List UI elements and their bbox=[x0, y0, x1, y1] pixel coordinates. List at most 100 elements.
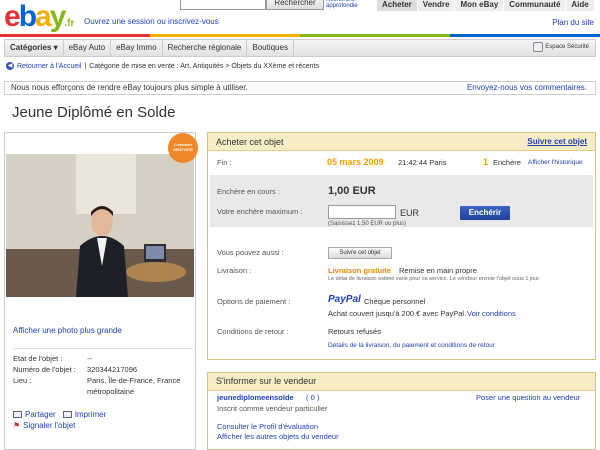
security-link[interactable]: Espace Sécurité bbox=[533, 42, 589, 52]
free-delivery-text: Livraison gratuite bbox=[328, 266, 391, 275]
paypal-coverage: Achat couvert jusqu'à 200 € avec PayPal. bbox=[328, 309, 467, 318]
photo-illustration bbox=[6, 154, 194, 297]
ask-seller-link[interactable]: Poser une question au vendeur bbox=[476, 393, 580, 402]
bid-area bbox=[210, 175, 593, 227]
share-action[interactable]: Partager Imprimer bbox=[13, 409, 106, 420]
end-time: 21:42:44 Paris bbox=[398, 158, 447, 167]
nav-community[interactable]: Communauté bbox=[503, 0, 566, 11]
logo-letter-b: b bbox=[18, 0, 37, 33]
item-actions: Partager Imprimer ⚑ Signaler l'objet bbox=[13, 409, 106, 431]
detail-key: Lieu : bbox=[13, 376, 32, 385]
max-bid-label: Votre enchère maximum : bbox=[217, 207, 303, 216]
print-icon bbox=[62, 411, 72, 418]
advanced-search-link[interactable]: Recherche approfondie bbox=[326, 0, 370, 9]
detail-value: Paris, Île-de-France, France métropolita… bbox=[87, 376, 181, 396]
print-link[interactable]: Imprimer bbox=[75, 409, 107, 420]
return-label: Conditions de retour : bbox=[217, 327, 289, 336]
detail-key: Etat de l'objet : bbox=[13, 354, 63, 363]
back-arrow-icon[interactable]: ◀ bbox=[6, 62, 14, 70]
bid-count: 1 bbox=[483, 157, 489, 167]
breadcrumb-separator: | bbox=[84, 62, 87, 70]
seller-panel-header: S'informer sur le vendeur bbox=[208, 373, 595, 391]
site-map-link[interactable]: Plan du site bbox=[552, 18, 594, 27]
report-action[interactable]: ⚑ Signaler l'objet bbox=[13, 420, 106, 431]
item-photo[interactable] bbox=[6, 154, 194, 297]
follow-item-button[interactable]: Suivre cet objet bbox=[328, 247, 392, 259]
top-nav: Acheter Vendre Mon eBay Communauté Aide bbox=[376, 0, 594, 11]
nav-help[interactable]: Aide bbox=[565, 0, 594, 11]
current-bid-label: Enchère en cours : bbox=[217, 187, 280, 196]
buy-heading: Acheter cet objet bbox=[216, 136, 284, 147]
seller-score[interactable]: ( 0 ) bbox=[306, 393, 319, 402]
tab-ebay-auto[interactable]: eBay Auto bbox=[64, 40, 112, 56]
payment-label: Options de paiement : bbox=[217, 297, 291, 306]
notice-bar: Nous nous efforçons de rendre eBay toujo… bbox=[4, 81, 596, 95]
current-bid-value: 1,00 EUR bbox=[328, 185, 376, 197]
also-label: Vous pouvez aussi : bbox=[217, 248, 284, 257]
see-terms-link[interactable]: Voir conditions bbox=[467, 309, 516, 318]
bid-label: Enchère bbox=[493, 158, 521, 167]
delivery-note: Le délai de livraison estimé varie pour … bbox=[328, 276, 541, 282]
check-payment: Chèque personnel bbox=[364, 297, 426, 306]
mail-icon bbox=[13, 411, 22, 418]
item-image-panel: Livraison GRATUITE Afficher une photo pl… bbox=[4, 132, 198, 450]
detail-value: 320344217096 bbox=[87, 365, 138, 374]
return-value: Retours refusés bbox=[328, 327, 381, 336]
category-path[interactable]: Catégorie de mise en vente : Art, Antiqu… bbox=[89, 63, 319, 70]
back-home-link[interactable]: Retourner à l'Accueil bbox=[17, 63, 81, 70]
header: ebay.fr Ouvrez une session ou inscrivez-… bbox=[0, 0, 600, 38]
color-bar bbox=[0, 34, 600, 37]
min-bid-hint: (Saisissez 1,50 EUR ou plus) bbox=[328, 221, 407, 227]
free-delivery-badge: Livraison GRATUITE bbox=[168, 133, 198, 163]
logo-suffix: .fr bbox=[64, 18, 75, 29]
page-title: Jeune Diplômé en Solde bbox=[12, 104, 176, 121]
tab-ebay-immo[interactable]: eBay Immo bbox=[111, 40, 163, 56]
report-link[interactable]: Signaler l'objet bbox=[23, 420, 75, 431]
buy-panel-header: Acheter cet objet Suivre cet objet bbox=[208, 133, 595, 151]
tab-regional-search[interactable]: Recherche régionale bbox=[163, 40, 248, 56]
nav-buy[interactable]: Acheter bbox=[376, 0, 417, 11]
search-input[interactable] bbox=[180, 0, 266, 10]
tab-categories[interactable]: Catégories ▾ bbox=[5, 40, 64, 56]
security-label: Espace Sécurité bbox=[545, 44, 589, 50]
item-details: Etat de l'objet : -- Numéro de l'objet : 3… bbox=[13, 348, 193, 397]
feedback-link[interactable]: Envoyez-nous vos commentaires. bbox=[467, 82, 587, 94]
detail-row: Numéro de l'objet : 320344217096 bbox=[13, 364, 193, 375]
delivery-label: Livraison : bbox=[217, 266, 252, 275]
detail-key: Numéro de l'objet : bbox=[13, 365, 76, 374]
seller-type: Inscrit comme vendeur particulier bbox=[217, 404, 328, 413]
paypal-logo: PayPal bbox=[328, 294, 361, 305]
currency-label: EUR bbox=[400, 208, 420, 218]
detail-row: Lieu : Paris, Île-de-France, France métro… bbox=[13, 375, 193, 397]
larger-photo-link[interactable]: Afficher une photo plus grande bbox=[13, 326, 122, 335]
end-label: Fin : bbox=[217, 158, 232, 167]
bid-history-link[interactable]: Afficher l'historique bbox=[528, 159, 583, 166]
seller-name-link[interactable]: jeunediplomeensolde bbox=[217, 393, 294, 402]
share-link[interactable]: Partager bbox=[25, 409, 56, 420]
tab-stores[interactable]: Boutiques bbox=[247, 40, 294, 56]
max-bid-input[interactable] bbox=[328, 205, 396, 219]
search-button[interactable]: Rechercher bbox=[266, 0, 324, 10]
seller-other-items-link[interactable]: Afficher les autres objets du vendeur bbox=[217, 432, 339, 441]
security-icon bbox=[533, 42, 544, 52]
nav-my-ebay[interactable]: Mon eBay bbox=[454, 0, 504, 11]
bid-button[interactable]: Enchérir bbox=[460, 206, 510, 220]
delivery-details-link[interactable]: Détails de la livraison, du paiement et … bbox=[328, 342, 495, 349]
buy-panel: Acheter cet objet Suivre cet objet Fin :… bbox=[207, 132, 596, 360]
detail-row: Etat de l'objet : -- bbox=[13, 353, 193, 364]
seller-feedback-link[interactable]: Consulter le Profil d'évaluation bbox=[217, 422, 318, 431]
breadcrumb: ◀ Retourner à l'Accueil | Catégorie de m… bbox=[6, 62, 319, 70]
menu-bar: Catégories ▾ eBay Auto eBay Immo Recherc… bbox=[4, 39, 596, 57]
logo-letter-y: y bbox=[49, 0, 67, 33]
detail-value: -- bbox=[87, 354, 92, 363]
seller-panel: S'informer sur le vendeur jeunediplomeen… bbox=[207, 372, 596, 450]
follow-item-link[interactable]: Suivre cet objet bbox=[527, 137, 587, 146]
logo-letter-e: e bbox=[4, 0, 21, 33]
end-date: 05 mars 2009 bbox=[327, 157, 384, 167]
flag-icon: ⚑ bbox=[13, 421, 21, 430]
logo-letter-a: a bbox=[35, 0, 52, 33]
nav-sell[interactable]: Vendre bbox=[416, 0, 455, 11]
hand-delivery-text: Remise en main propre bbox=[399, 266, 477, 275]
signin-link[interactable]: Ouvrez une session ou inscrivez-vous bbox=[84, 17, 219, 26]
notice-text: Nous nous efforçons de rendre eBay toujo… bbox=[11, 83, 248, 92]
